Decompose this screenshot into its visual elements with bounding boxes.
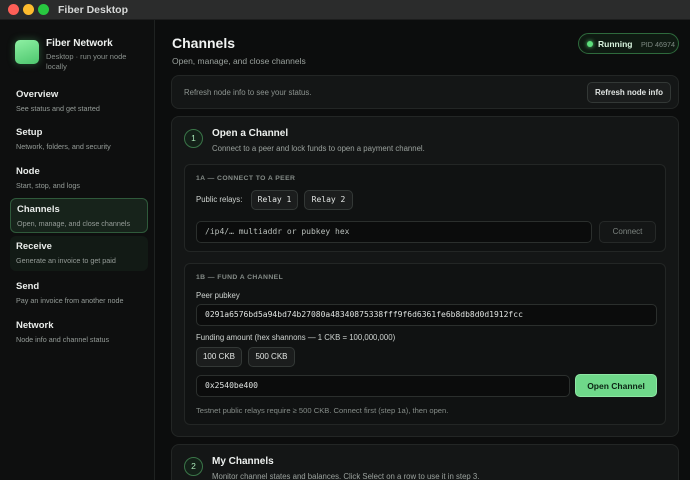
status-dot-icon xyxy=(587,41,593,47)
sidebar-item-overview[interactable]: Overview See status and get started xyxy=(10,84,148,118)
sidebar-item-label: Setup xyxy=(16,127,43,138)
window-title: Fiber Desktop xyxy=(58,4,129,16)
title-bar: Fiber Desktop xyxy=(0,0,690,20)
sidebar-item-label: Send xyxy=(16,281,40,292)
sidebar-item-label: Channels xyxy=(17,204,60,215)
relay-2-button[interactable]: Relay 2 xyxy=(304,190,353,210)
fiber-logo-icon xyxy=(15,40,39,64)
step-number: 2 xyxy=(184,457,203,476)
my-channels-card: 2 My Channels Monitor channel states and… xyxy=(171,444,679,480)
status-badge: Running PID 46974 xyxy=(578,33,679,54)
maximize-window-button[interactable] xyxy=(38,4,49,15)
sidebar-item-label: Overview xyxy=(16,89,59,100)
step-title: Open a Channel xyxy=(212,128,289,139)
funding-amount-input[interactable]: 0x2540be400 xyxy=(196,375,570,397)
sidebar-item-receive[interactable]: Receive Generate an invoice to get paid xyxy=(10,236,148,271)
sidebar-item-label: Network xyxy=(16,320,54,331)
funding-hint: Testnet public relays require ≥ 500 CKB.… xyxy=(196,406,449,415)
sidebar-item-sub: Start, stop, and logs xyxy=(16,181,80,190)
sidebar-item-channels[interactable]: Channels Open, manage, and close channel… xyxy=(10,198,148,233)
refresh-node-info-button[interactable]: Refresh node info xyxy=(587,82,671,103)
sidebar-item-network[interactable]: Network Node info and channel status xyxy=(10,315,148,349)
refresh-banner: Refresh node info to see your status. Re… xyxy=(171,75,679,109)
fund-channel-section: 1B — FUND A CHANNEL Peer pubkey 0291a657… xyxy=(184,263,666,425)
sidebar-item-sub: Node info and channel status xyxy=(16,335,110,344)
sidebar-item-setup[interactable]: Setup Network, folders, and security xyxy=(10,122,148,156)
step-description: Connect to a peer and lock funds to open… xyxy=(212,144,425,153)
refresh-text: Refresh node info to see your status. xyxy=(184,88,312,97)
page-subtitle: Open, manage, and close channels xyxy=(172,56,306,66)
main-content: Channels Open, manage, and close channel… xyxy=(156,20,690,480)
step-description: Monitor channel states and balances. Cli… xyxy=(212,472,480,480)
peer-address-input[interactable]: /ip4/… multiaddr or pubkey hex xyxy=(196,221,592,243)
funding-amount-label: Funding amount (hex shannons — 1 CKB = 1… xyxy=(196,333,396,342)
open-channel-card: 1 Open a Channel Connect to a peer and l… xyxy=(171,116,679,437)
sidebar-item-sub: Generate an invoice to get paid xyxy=(16,256,116,265)
brand-subtitle: Desktop · run your node locally xyxy=(46,52,127,71)
brand-name: Fiber Network xyxy=(46,38,113,49)
sidebar-item-sub: See status and get started xyxy=(16,104,100,113)
sidebar-item-label: Node xyxy=(16,166,40,177)
connect-button[interactable]: Connect xyxy=(599,221,656,243)
section-heading: 1B — FUND A CHANNEL xyxy=(196,274,284,281)
connect-peer-section: 1A — CONNECT TO A PEER Public relays: Re… xyxy=(184,164,666,252)
preset-500-ckb-button[interactable]: 500 CKB xyxy=(248,347,295,367)
sidebar-item-sub: Open, manage, and close channels xyxy=(17,219,131,228)
sidebar-item-sub: Network, folders, and security xyxy=(16,142,111,151)
brand: Fiber Network Desktop · run your node lo… xyxy=(15,38,150,78)
sidebar: Fiber Network Desktop · run your node lo… xyxy=(0,20,155,480)
peer-pubkey-label: Peer pubkey xyxy=(196,291,240,300)
sidebar-item-sub: Pay an invoice from another node xyxy=(16,296,124,305)
open-channel-button[interactable]: Open Channel xyxy=(575,374,657,397)
page-title: Channels xyxy=(172,35,236,51)
status-label: Running xyxy=(598,39,633,49)
minimize-window-button[interactable] xyxy=(23,4,34,15)
relays-label: Public relays: xyxy=(196,195,243,204)
sidebar-item-node[interactable]: Node Start, stop, and logs xyxy=(10,161,148,195)
sidebar-item-label: Receive xyxy=(16,241,52,252)
sidebar-item-send[interactable]: Send Pay an invoice from another node xyxy=(10,276,148,310)
peer-pubkey-input[interactable]: 0291a6576bd5a94bd74b27080a48340875338fff… xyxy=(196,304,657,326)
step-number: 1 xyxy=(184,129,203,148)
step-title: My Channels xyxy=(212,456,274,467)
close-window-button[interactable] xyxy=(8,4,19,15)
relay-1-button[interactable]: Relay 1 xyxy=(251,190,298,210)
section-heading: 1A — CONNECT TO A PEER xyxy=(196,175,296,182)
status-pid: PID 46974 xyxy=(641,40,675,49)
preset-100-ckb-button[interactable]: 100 CKB xyxy=(196,347,242,367)
